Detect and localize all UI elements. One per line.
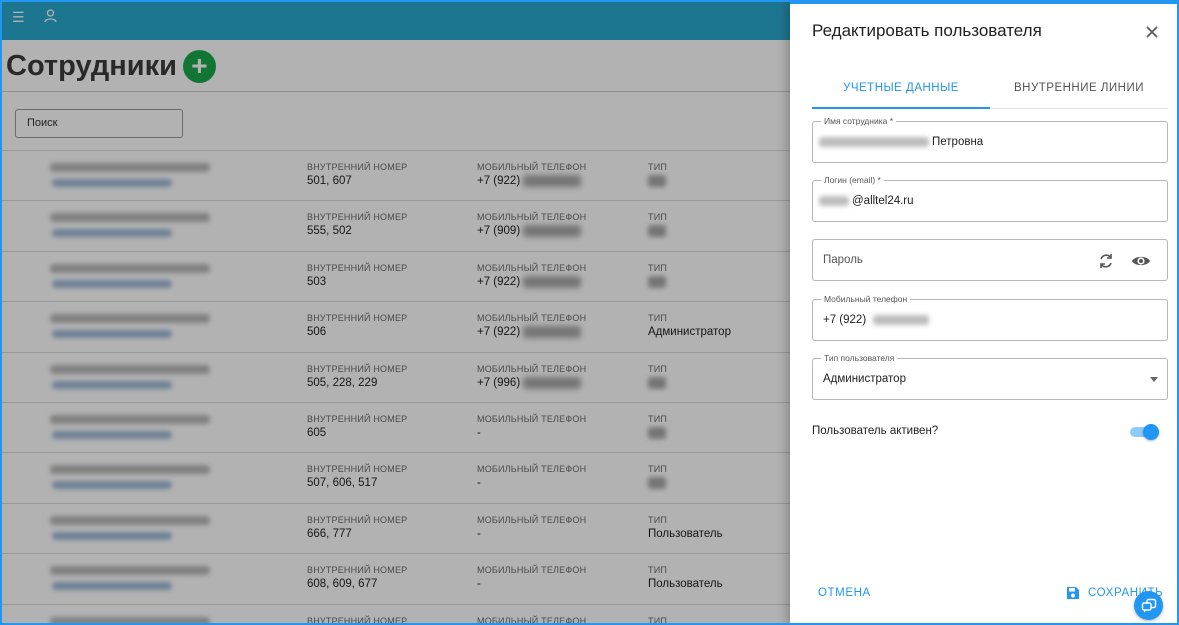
toggle-thumb [1143,424,1159,440]
close-button[interactable] [1142,22,1162,42]
redacted-text [873,314,930,325]
app-frame: ☰ Сотрудники + Поиск ВНУТРЕННИЙ НОМЕР 50… [0,0,1179,625]
redacted-text [819,195,849,206]
user-type-label: Тип пользователя [821,353,898,363]
modal-backdrop[interactable] [2,2,792,623]
employee-name-field[interactable]: Имя сотрудника * Петровна [812,116,1168,163]
tab-credentials[interactable]: УЧЕТНЫЕ ДАННЫЕ [812,68,990,109]
cancel-button[interactable]: ОТМЕНА [812,582,877,604]
close-icon [1146,26,1158,38]
user-active-toggle[interactable] [1130,424,1159,440]
tab-bar: УЧЕТНЫЕ ДАННЫЕ ВНУТРЕННИЕ ЛИНИИ [812,68,1168,109]
chat-icon [1141,598,1156,612]
chat-widget-button[interactable] [1134,591,1163,620]
password-placeholder: Пароль [823,254,863,266]
user-active-label: Пользователь активен? [812,425,939,437]
password-field[interactable]: Пароль [812,239,1168,281]
mobile-phone-field[interactable]: Мобильный телефон +7 (922) [812,294,1168,341]
user-type-select[interactable]: Тип пользователя Администратор [812,353,1168,400]
login-email-value: @alltel24.ru [852,195,914,207]
chevron-down-icon[interactable] [1150,377,1158,382]
mobile-phone-label: Мобильный телефон [821,294,911,304]
redacted-text [819,136,929,147]
login-email-field[interactable]: Логин (email) * @alltel24.ru [812,175,1168,222]
employee-name-value: Петровна [932,136,984,148]
mobile-phone-value: +7 (922) [823,314,867,326]
login-email-label: Логин (email) * [821,175,884,185]
employee-name-label: Имя сотрудника * [821,116,897,126]
user-type-value: Администратор [823,373,906,385]
drawer-title: Редактировать пользователя [812,21,1042,40]
tab-internal-lines[interactable]: ВНУТРЕННИЕ ЛИНИИ [990,68,1168,108]
edit-user-drawer: Редактировать пользователя УЧЕТНЫЕ ДАННЫ… [790,2,1177,623]
save-icon [1067,587,1079,599]
refresh-icon[interactable] [1095,250,1117,272]
eye-icon[interactable] [1130,250,1152,272]
